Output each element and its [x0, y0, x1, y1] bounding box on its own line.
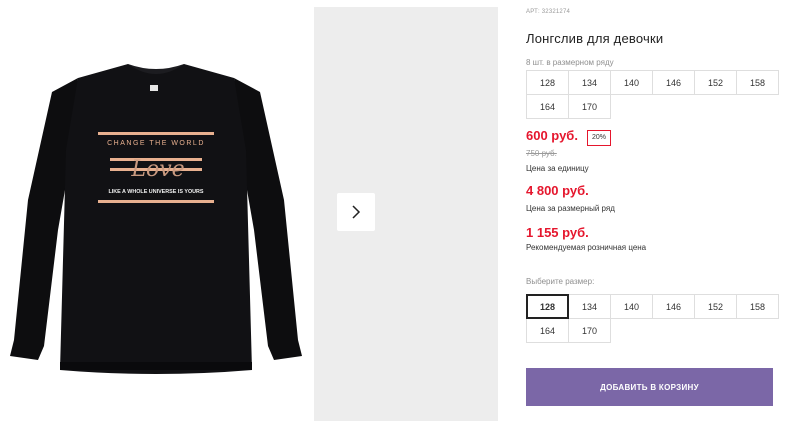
- sku-label: АРТ:: [526, 9, 540, 15]
- size-selector: 128 134 140 146 152 158 164 170: [526, 294, 779, 343]
- longsleeve-image: CHANGE THE WORLD Love LIKE A WHOLE UNIVE…: [10, 64, 302, 374]
- set-price-label: Цена за размерный ряд: [526, 204, 615, 213]
- retail-price-label: Рекомендуемая розничная цена: [526, 243, 647, 252]
- size-option[interactable]: 170: [568, 318, 611, 343]
- gallery-next-button[interactable]: [337, 193, 375, 231]
- pack-size: 152: [694, 70, 737, 95]
- pack-label: 8 шт. в размерном ряду: [526, 58, 614, 67]
- pack-size: 164: [526, 94, 569, 119]
- pack-size: 170: [568, 94, 611, 119]
- unit-price-label: Цена за единицу: [526, 164, 589, 173]
- size-option[interactable]: 140: [610, 294, 653, 319]
- discount-badge: 20%: [587, 130, 612, 146]
- size-select-label: Выберите размер:: [526, 277, 595, 286]
- size-option[interactable]: 134: [568, 294, 611, 319]
- product-title: Лонгслив для девочки: [526, 31, 664, 46]
- pack-size-grid: 128 134 140 146 152 158 164 170: [526, 70, 779, 119]
- pack-size: 140: [610, 70, 653, 95]
- set-price: 4 800 руб.: [526, 183, 589, 198]
- chevron-right-icon: [352, 205, 361, 219]
- print-line-1: CHANGE THE WORLD: [107, 140, 205, 147]
- sku: АРТ: 32321274: [526, 9, 570, 15]
- pack-size: 158: [736, 70, 779, 95]
- pack-size: 134: [568, 70, 611, 95]
- size-option[interactable]: 164: [526, 318, 569, 343]
- print-script: Love: [130, 157, 184, 182]
- add-to-cart-button[interactable]: ДОБАВИТЬ В КОРЗИНУ: [526, 368, 773, 406]
- retail-price: 1 155 руб.: [526, 225, 589, 240]
- product-page: CHANGE THE WORLD Love LIKE A WHOLE UNIVE…: [0, 0, 800, 421]
- size-option[interactable]: 152: [694, 294, 737, 319]
- pack-size: 146: [652, 70, 695, 95]
- size-option[interactable]: 158: [736, 294, 779, 319]
- old-price: 750 руб.: [526, 149, 557, 158]
- size-option-selected[interactable]: 128: [526, 294, 569, 319]
- sku-value: 32321274: [541, 9, 571, 15]
- unit-price: 600 руб.: [526, 128, 578, 143]
- pack-size: 128: [526, 70, 569, 95]
- size-option[interactable]: 146: [652, 294, 695, 319]
- print-line-2: LIKE A WHOLE UNIVERSE IS YOURS: [108, 189, 203, 195]
- product-photo[interactable]: CHANGE THE WORLD Love LIKE A WHOLE UNIVE…: [0, 0, 312, 421]
